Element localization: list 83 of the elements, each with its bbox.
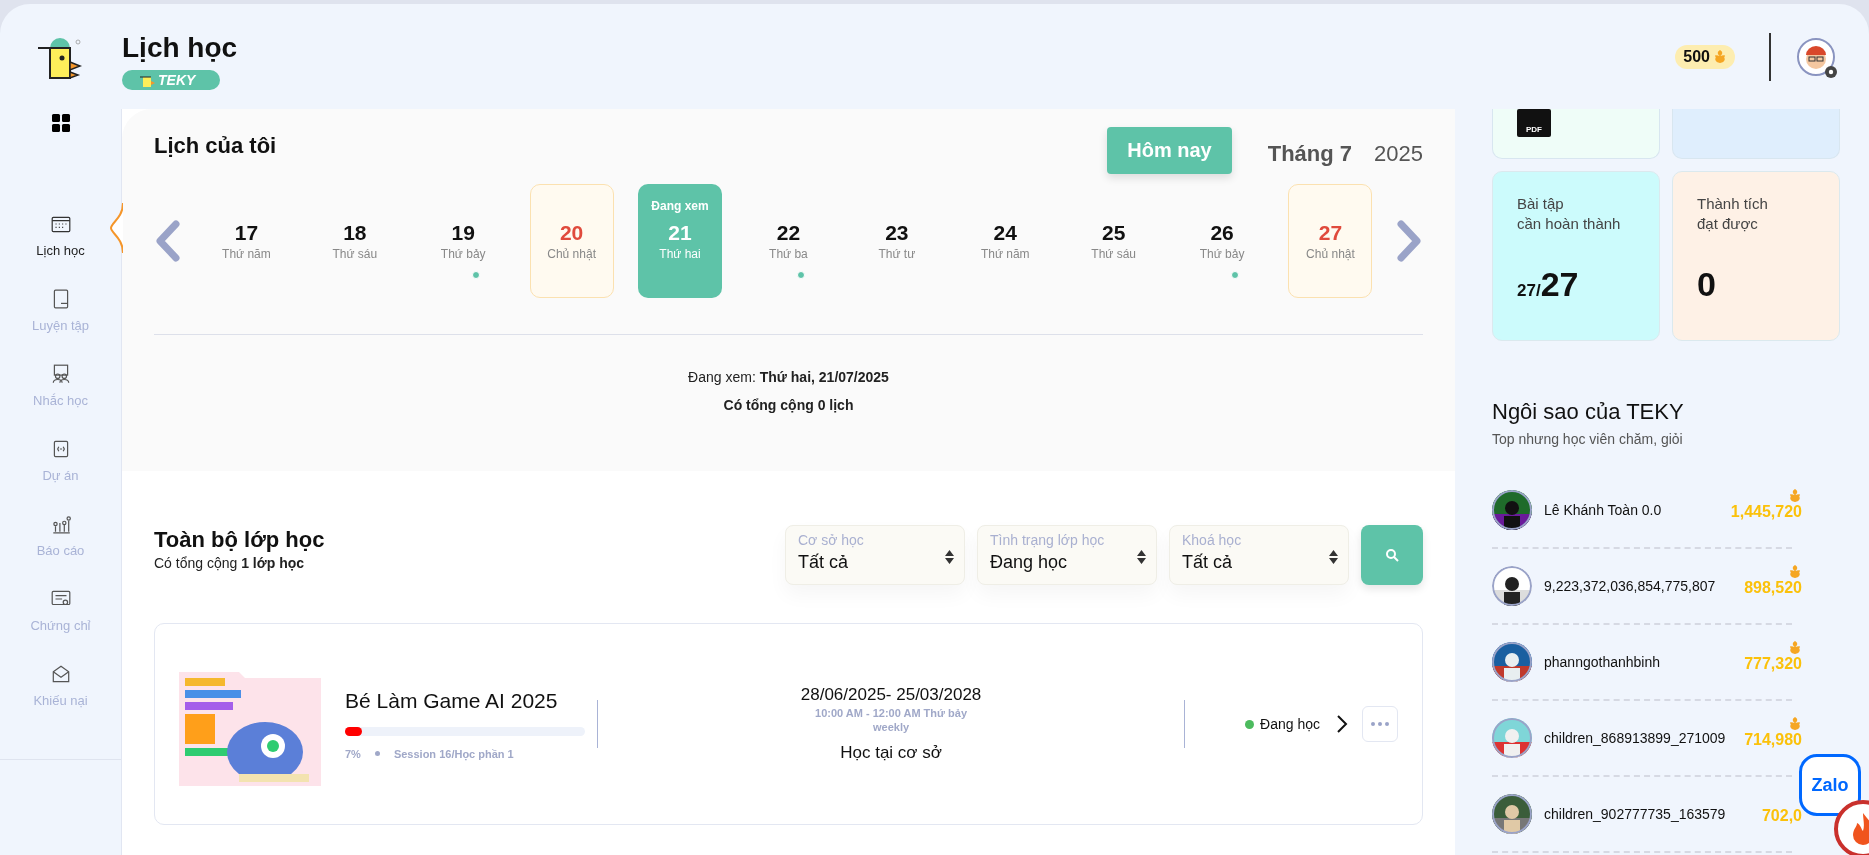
stat-title: Thành tích đạt được bbox=[1697, 194, 1769, 235]
chevron-right-icon[interactable] bbox=[1336, 714, 1348, 734]
day-number: 17 bbox=[234, 221, 259, 245]
class-name: Bé Làm Game AI 2025 bbox=[345, 688, 559, 713]
day-cell[interactable]: 25 Thứ sáu bbox=[1071, 184, 1156, 298]
day-number: 21 bbox=[668, 221, 692, 245]
weekday-label: Thứ sáu bbox=[332, 247, 378, 261]
search-icon bbox=[1385, 548, 1399, 562]
day-number: 25 bbox=[1101, 221, 1126, 245]
coin-balance: 500 bbox=[1675, 44, 1735, 69]
more-icon bbox=[1371, 722, 1389, 726]
student-score: 777,320 bbox=[1744, 655, 1802, 673]
stat-title: Bài tập cần hoàn thành bbox=[1517, 194, 1622, 235]
day-number: 19 bbox=[451, 221, 475, 245]
wheat-icon bbox=[1713, 49, 1727, 64]
student-score: 898,520 bbox=[1744, 579, 1802, 597]
viewing-tag: Đang xem bbox=[651, 199, 709, 213]
pdf-icon: PDF bbox=[1517, 109, 1551, 137]
progress-percent: 7% bbox=[345, 747, 361, 760]
day-number: 18 bbox=[343, 221, 367, 245]
stat-value: 0 bbox=[1697, 265, 1717, 304]
student-score: 1,445,720 bbox=[1730, 503, 1802, 521]
stat-value: 27/27 bbox=[1517, 265, 1580, 304]
section-title: Toàn bộ lớp học bbox=[154, 527, 326, 553]
weekday-label: Thứ bảy bbox=[440, 247, 486, 261]
settings-icon[interactable] bbox=[1823, 63, 1839, 80]
sort-icon bbox=[1137, 550, 1146, 564]
viewing-date: Đang xem: Thứ hai, 21/07/2025 bbox=[687, 369, 890, 385]
weekday-label: Thứ bảy bbox=[1199, 247, 1245, 261]
weekday-label: Thứ ba bbox=[769, 247, 808, 261]
section-title: Lịch của tôi bbox=[154, 133, 278, 159]
session-label: Session 16/Học phần 1 bbox=[393, 747, 514, 760]
student-score: 702,0 bbox=[1761, 807, 1802, 825]
day-cell[interactable]: 23 Thứ tư bbox=[854, 184, 939, 298]
filter-select[interactable]: Cơ sở học Tất cả bbox=[785, 525, 965, 585]
class-card[interactable]: Bé Làm Game AI 2025 7% Session 16/Học phần 1 28/06/2025- 25/03/2028 10:00 AM - 12:00 AM Thứ bảy weekly Học tại cơ sở Đang học bbox=[154, 623, 1423, 825]
day-cell[interactable]: 27 Chủ nhật bbox=[1288, 184, 1373, 298]
student-score: 714,980 bbox=[1744, 731, 1802, 749]
student-name: 9,223,372,036,854,775,807 bbox=[1544, 578, 1716, 594]
class-count: Có tổng cộng 1 lớp học bbox=[154, 555, 306, 571]
day-number: 22 bbox=[776, 221, 801, 245]
filter-select[interactable]: Khoá học Tất cả bbox=[1169, 525, 1349, 585]
day-cell[interactable]: 26 Thứ bảy bbox=[1180, 184, 1265, 298]
day-cell[interactable]: 20 Chủ nhật bbox=[529, 184, 614, 298]
brand-badge: TEKY bbox=[122, 69, 220, 90]
day-cell[interactable]: 22 Thứ ba bbox=[746, 184, 831, 298]
sort-icon bbox=[945, 550, 954, 564]
class-time: 10:00 AM - 12:00 AM Thứ bảy bbox=[815, 707, 968, 719]
student-name: children_868913899_271009 bbox=[1544, 730, 1726, 746]
study-mode: Học tại cơ sở bbox=[840, 743, 942, 763]
day-cell[interactable]: 18 Thứ sáu bbox=[312, 184, 397, 298]
student-name: Lê Khánh Toàn 0.0 bbox=[1544, 502, 1662, 518]
grid-icon[interactable] bbox=[50, 113, 71, 133]
leaderboard-subtitle: Top nhưng học viên chăm, giỏi bbox=[1492, 431, 1684, 447]
day-cell[interactable]: 17 Thứ năm bbox=[204, 184, 289, 298]
weekday-label: Thứ năm bbox=[222, 247, 271, 261]
avatar-button[interactable] bbox=[1797, 37, 1835, 76]
day-number: 23 bbox=[885, 221, 909, 245]
weekday-label: Thứ tư bbox=[878, 247, 916, 261]
nav-item[interactable]: Lịch học bbox=[0, 213, 121, 288]
year-label: 2025 bbox=[1374, 141, 1423, 167]
date-range: 28/06/2025- 25/03/2028 bbox=[800, 685, 982, 705]
weekday-label: Thứ năm bbox=[980, 247, 1030, 261]
student-name: children_902777735_163579 bbox=[1544, 806, 1726, 822]
repeat-label: weekly bbox=[873, 721, 910, 733]
month-label: Tháng 7 bbox=[1267, 141, 1353, 167]
schedule-total: Có tổng cộng 0 lịch bbox=[722, 397, 855, 413]
day-number: 20 bbox=[559, 221, 584, 245]
leaderboard-title: Ngôi sao của TEKY bbox=[1492, 399, 1685, 425]
weekday-label: Chủ nhật bbox=[1306, 247, 1355, 261]
day-number: 24 bbox=[993, 221, 1017, 245]
day-cell[interactable]: 24 Thứ năm bbox=[963, 184, 1048, 298]
status-label: Đang học bbox=[1260, 716, 1320, 732]
day-number: 26 bbox=[1210, 221, 1234, 245]
weekday-label: Chủ nhật bbox=[547, 247, 596, 261]
day-number: 27 bbox=[1318, 221, 1343, 245]
page-title: Lịch học bbox=[122, 31, 238, 64]
weekday-label: Thứ sáu bbox=[1091, 247, 1136, 261]
day-cell[interactable]: 19 Thứ bảy bbox=[421, 184, 506, 298]
weekday-label: Thứ hai bbox=[659, 247, 701, 261]
sort-icon bbox=[1329, 550, 1338, 564]
student-name: phanngothanhbinh bbox=[1544, 654, 1660, 670]
filter-select[interactable]: Tình trạng lớp học Đang học bbox=[977, 525, 1157, 585]
